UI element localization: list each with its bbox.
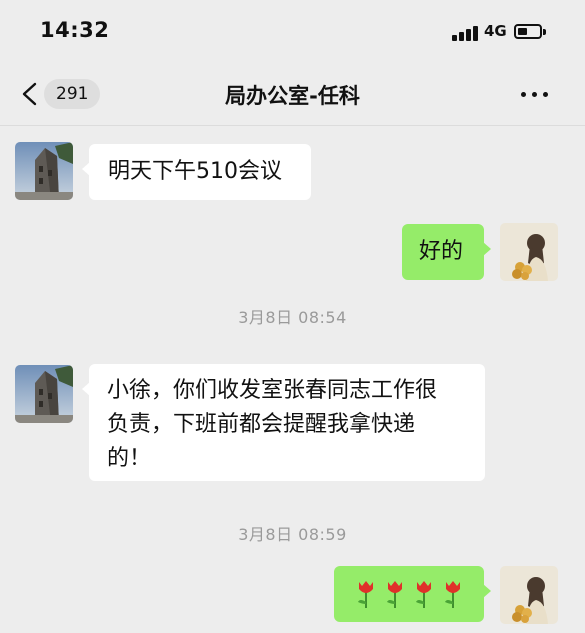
my-avatar[interactable] (500, 223, 558, 281)
building-photo-icon (15, 365, 73, 423)
tulip-icon (387, 581, 402, 608)
battery-tip (543, 29, 546, 35)
bubble-tail (483, 584, 491, 598)
chat-screen: 14:32 4G 291 局办公室-任科 明天下午510会议 好的 3月8日 0… (0, 0, 585, 633)
status-time: 14:32 (40, 18, 110, 42)
contact-avatar[interactable] (15, 365, 73, 423)
message-text-line: 负责，下班前都会提醒我拿快递 (107, 412, 416, 437)
tulip-emoji-row (358, 581, 460, 608)
chat-title: 局办公室-任科 (225, 84, 360, 108)
status-bar: 14:32 4G (0, 0, 585, 62)
message-text-line: 的！ (107, 446, 152, 471)
bubble-tail (82, 382, 90, 396)
bubble-tail (82, 162, 90, 176)
message-text-line: 小徐，你们收发室张春同志工作很 (107, 378, 438, 403)
my-avatar[interactable] (500, 566, 558, 624)
more-options-button[interactable] (518, 84, 552, 104)
chat-nav-bar: 291 局办公室-任科 (0, 62, 585, 126)
bubble-tail (483, 242, 491, 256)
girl-with-bread-illustration-icon (500, 566, 558, 624)
tulip-icon (416, 581, 431, 608)
message-text: 好的 (419, 239, 464, 264)
battery-icon (514, 24, 542, 39)
girl-with-bread-illustration-icon (500, 223, 558, 281)
incoming-message-bubble[interactable]: 明天下午510会议 (82, 144, 311, 200)
message-timestamp: 3月8日 08:59 (238, 525, 347, 544)
message-timestamp: 3月8日 08:54 (238, 308, 347, 327)
outgoing-emoji-bubble[interactable] (334, 566, 491, 622)
contact-avatar[interactable] (15, 142, 73, 200)
message-text: 明天下午510会议 (108, 159, 282, 184)
building-photo-icon (15, 142, 73, 200)
network-type: 4G (484, 22, 507, 40)
incoming-message-bubble[interactable]: 小徐，你们收发室张春同志工作很 负责，下班前都会提醒我拿快递 的！ (82, 364, 485, 481)
cellular-signal-icon (452, 25, 480, 41)
tulip-icon (445, 581, 460, 608)
outgoing-message-bubble[interactable]: 好的 (402, 224, 491, 280)
tulip-icon (358, 581, 373, 608)
